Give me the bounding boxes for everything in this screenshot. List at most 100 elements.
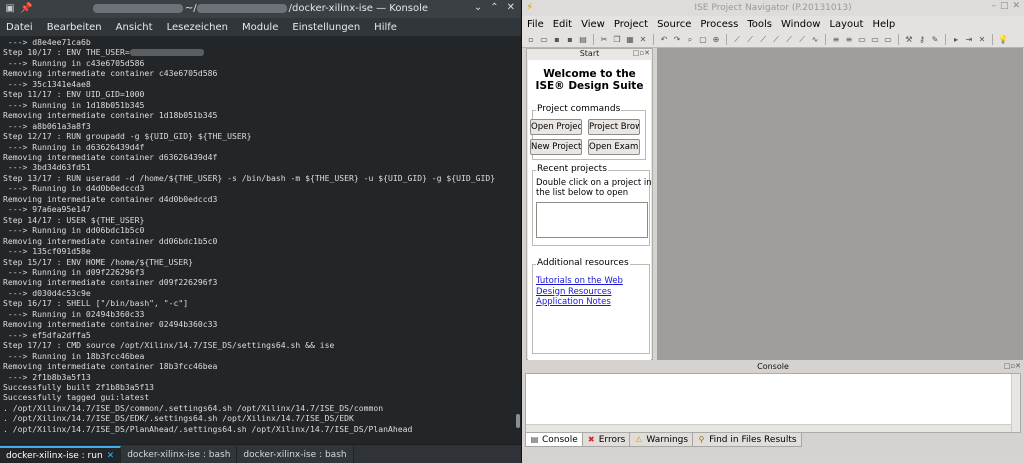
paste-icon[interactable]: ▦ <box>625 35 635 45</box>
menu-source[interactable]: Source <box>657 19 691 30</box>
tab-warnings[interactable]: ⚠ Warnings <box>629 433 694 447</box>
tutorials-link[interactable]: Tutorials on the Web <box>536 276 623 287</box>
menu-view[interactable]: View <box>581 19 605 30</box>
menu-process[interactable]: Process <box>700 19 738 30</box>
delete-icon[interactable]: ✕ <box>638 35 648 45</box>
menu-module[interactable]: Module <box>242 22 278 33</box>
menu-layout[interactable]: Layout <box>829 19 863 30</box>
konsole-menubar: Datei Bearbeiten Ansicht Lesezeichen Mod… <box>0 18 521 36</box>
recent-projects-list[interactable] <box>536 202 648 238</box>
wand-icon-4[interactable]: ⟋ <box>771 35 781 45</box>
minimize-icon[interactable]: – <box>991 1 996 11</box>
waveform-icon[interactable]: ∿ <box>810 35 820 45</box>
menu-lesezeichen[interactable]: Lesezeichen <box>167 22 228 33</box>
close-icon[interactable]: ✕ <box>1012 1 1020 11</box>
terminal-line: Step 10/17 : ENV THE_USER= <box>3 47 511 57</box>
stop-icon[interactable]: ✕ <box>977 35 987 45</box>
console-horizontal-scrollbar[interactable] <box>526 424 1011 432</box>
application-notes-link[interactable]: Application Notes <box>536 297 623 308</box>
ise-window: ⚡ ISE Project Navigator (P.20131013) – □… <box>521 0 1024 463</box>
save-all-icon[interactable]: ▪ <box>565 35 575 45</box>
konsole-tab-bash-1[interactable]: docker-xilinx-ise : bash <box>121 446 238 463</box>
window-icon-3[interactable]: ▭ <box>883 35 893 45</box>
close-tab-icon[interactable]: ✕ <box>107 451 115 461</box>
run-icon[interactable]: ▸ <box>951 35 961 45</box>
new-file-icon[interactable]: ▫ <box>526 35 536 45</box>
menu-einstellungen[interactable]: Einstellungen <box>292 22 360 33</box>
step-icon[interactable]: ⇥ <box>964 35 974 45</box>
menu-ansicht[interactable]: Ansicht <box>116 22 153 33</box>
scrollbar-thumb[interactable] <box>516 414 520 428</box>
konsole-titlebar: ▣ 📌 ~//docker-xilinx-ise — Konsole ⌄ ⌃ ✕ <box>0 0 521 18</box>
welcome-page: Welcome to the ISE® Design Suite Project… <box>528 60 652 360</box>
align-icon[interactable]: ≡ <box>831 35 841 45</box>
cut-icon[interactable]: ✂ <box>599 35 609 45</box>
copy-icon[interactable]: ❐ <box>612 35 622 45</box>
wand-icon-5[interactable]: ⟋ <box>784 35 794 45</box>
panel-controls[interactable]: □▫✕ <box>1004 362 1021 370</box>
open-example-button[interactable]: Open Example <box>588 139 640 155</box>
undo-icon[interactable]: ↶ <box>659 35 669 45</box>
group-label: Recent projects <box>536 164 608 174</box>
window-icon[interactable]: ▭ <box>857 35 867 45</box>
error-icon: ✖ <box>587 435 595 444</box>
terminal-line: Removing intermediate container d6362643… <box>3 151 218 162</box>
window-icon-2[interactable]: ▭ <box>870 35 880 45</box>
terminal-line: ---> Running in d63626439d4f <box>3 141 145 152</box>
terminal-line: ---> Running in d4d0b0edccd3 <box>3 183 145 194</box>
tab-find-in-files[interactable]: ⚲ Find in Files Results <box>692 433 802 447</box>
redo-icon[interactable]: ↷ <box>672 35 682 45</box>
tools-icon-2[interactable]: ✎ <box>930 35 940 45</box>
terminal-line: ---> 35c1341e4ae8 <box>3 78 91 89</box>
konsole-tab-bash-2[interactable]: docker-xilinx-ise : bash <box>237 446 354 463</box>
terminal-line: Removing intermediate container 18b3fcc4… <box>3 361 218 372</box>
panel-controls[interactable]: □▫✕ <box>633 49 650 57</box>
new-project-button[interactable]: New Project... <box>530 139 582 155</box>
open-folder-icon[interactable]: ▭ <box>539 35 549 45</box>
menu-help[interactable]: Help <box>872 19 895 30</box>
console-vertical-scrollbar[interactable] <box>1011 374 1020 432</box>
save-icon[interactable]: ▪ <box>552 35 562 45</box>
tools-icon[interactable]: ⚒ <box>904 35 914 45</box>
close-icon[interactable]: ✕ <box>507 2 515 13</box>
print-icon[interactable]: ▤ <box>578 35 588 45</box>
terminal-line: Successfully built 2f1b8b3a5f13 <box>3 381 155 392</box>
zoom-fit-icon[interactable]: ▢ <box>698 35 708 45</box>
menu-file[interactable]: File <box>527 19 544 30</box>
menu-edit[interactable]: Edit <box>553 19 572 30</box>
key-icon[interactable]: ⚷ <box>917 35 927 45</box>
open-project-button[interactable]: Open Project... <box>530 119 582 135</box>
terminal-line: Removing intermediate container c43e6705… <box>3 68 218 79</box>
wand-icon[interactable]: ⟋ <box>732 35 742 45</box>
terminal-scrollbar[interactable] <box>514 36 521 436</box>
wand-icon-2[interactable]: ⟋ <box>745 35 755 45</box>
wand-icon-6[interactable]: ⟋ <box>797 35 807 45</box>
ise-toolbar: ▫ ▭ ▪ ▪ ▤ ✂ ❐ ▦ ✕ ↶ ↷ ⌕ ▢ ⊕ ⟋ ⟋ ⟋ ⟋ ⟋ ⟋ … <box>522 32 1024 48</box>
console-output[interactable] <box>525 373 1021 433</box>
menu-tools[interactable]: Tools <box>747 19 772 30</box>
zoom-in-icon[interactable]: ⊕ <box>711 35 721 45</box>
align-icon-2[interactable]: ≡ <box>844 35 854 45</box>
tab-label: Errors <box>598 434 626 445</box>
project-browser-button[interactable]: Project Browser <box>588 119 640 135</box>
menu-bearbeiten[interactable]: Bearbeiten <box>47 22 102 33</box>
maximize-icon[interactable]: ⌃ <box>490 2 498 13</box>
minimize-icon[interactable]: ⌄ <box>474 2 482 13</box>
find-icon[interactable]: ⌕ <box>685 35 695 45</box>
design-resources-link[interactable]: Design Resources <box>536 287 623 298</box>
toolbar-separator <box>898 34 899 45</box>
tab-label: Console <box>542 434 578 445</box>
terminal-line: Removing intermediate container dd06bdc1… <box>3 235 218 246</box>
terminal-line: Step 15/17 : ENV HOME /home/${THE_USER} <box>3 256 194 267</box>
terminal-output[interactable]: ---> d8e4ee71ca6b Step 10/17 : ENV THE_US… <box>0 36 514 436</box>
menu-datei[interactable]: Datei <box>6 22 33 33</box>
lightbulb-icon[interactable]: 💡 <box>998 35 1008 45</box>
tab-console[interactable]: ▤ Console <box>525 433 583 447</box>
menu-hilfe[interactable]: Hilfe <box>374 22 397 33</box>
maximize-icon[interactable]: □ <box>1000 1 1009 11</box>
menu-project[interactable]: Project <box>614 19 648 30</box>
menu-window[interactable]: Window <box>781 19 820 30</box>
tab-errors[interactable]: ✖ Errors <box>581 433 631 447</box>
wand-icon-3[interactable]: ⟋ <box>758 35 768 45</box>
konsole-tab-run[interactable]: docker-xilinx-ise : run ✕ <box>0 446 122 463</box>
